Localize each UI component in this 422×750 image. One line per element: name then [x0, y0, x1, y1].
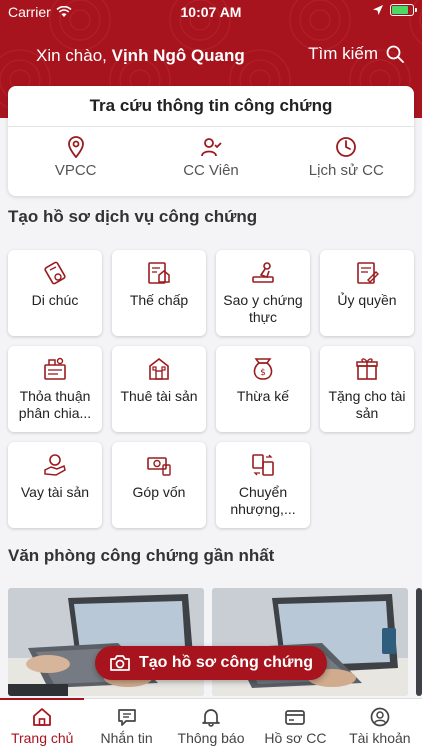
authorization-document-icon — [357, 262, 379, 284]
divider — [8, 126, 414, 127]
tab-records[interactable]: Hồ sơ CC — [253, 699, 337, 750]
stamp-icon — [252, 262, 274, 283]
capital-money-icon — [147, 457, 171, 476]
rental-building-icon — [149, 357, 169, 380]
service-label: Chuyển nhượng,... — [230, 484, 296, 517]
transfer-money-icon — [252, 454, 274, 476]
service-thue-tai-san[interactable]: Thuê tài sản — [112, 346, 206, 432]
service-label: Thỏa thuận phân chia... — [18, 388, 92, 421]
tab-label: Trang chủ — [10, 730, 74, 746]
search-button[interactable]: Tìm kiếm — [308, 44, 404, 64]
create-record-label: Tạo hồ sơ công chứng — [138, 654, 314, 671]
lookup-cc-vien-label: CC Viên — [183, 162, 239, 179]
service-vay-tai-san[interactable]: Vay tài sản — [8, 442, 102, 528]
lookup-cc-vien[interactable]: CC Viên — [143, 136, 278, 179]
bell-icon — [202, 709, 220, 727]
loan-hand-icon — [44, 454, 66, 476]
service-label: Thế chấp — [129, 292, 189, 308]
agreement-icon — [44, 357, 66, 380]
svg-text:$: $ — [260, 368, 266, 378]
location-pin-icon — [67, 136, 84, 158]
tab-account[interactable]: Tài khoản — [338, 699, 422, 750]
lookup-vpcc[interactable]: VPCC — [8, 136, 143, 179]
service-gop-von[interactable]: Góp vốn — [112, 442, 206, 528]
service-label: Thuê tài sản — [120, 388, 198, 404]
card-icon — [285, 710, 306, 725]
mortgage-house-icon — [148, 262, 170, 284]
service-label: Di chúc — [31, 292, 79, 308]
lookup-title: Tra cứu thông tin công chứng — [89, 96, 333, 115]
lookup-card: Tra cứu thông tin công chứng VPCC CC Viê… — [8, 86, 414, 196]
inheritance-bag-icon: $ — [253, 358, 273, 380]
tab-bar: Trang chủ Nhắn tin Thông báo Hồ sơ CC Tà… — [0, 698, 422, 750]
service-label: Sao y chứng thực — [223, 292, 303, 325]
notary-person-icon — [201, 138, 222, 157]
will-scroll-icon — [44, 261, 66, 285]
service-label: Tặng cho tài sản — [328, 388, 406, 421]
service-sao-y[interactable]: Sao y chứng thực — [216, 250, 310, 336]
service-thoa-thuan[interactable]: Thỏa thuận phân chia... — [8, 346, 102, 432]
search-icon — [386, 45, 404, 63]
gift-property-icon — [356, 358, 378, 380]
camera-icon — [110, 655, 130, 671]
tab-notifications[interactable]: Thông báo — [169, 699, 253, 750]
clock: 10:07 AM — [180, 4, 242, 20]
account-icon — [370, 707, 390, 727]
service-thua-ke[interactable]: $ Thừa kế — [216, 346, 310, 432]
service-uy-quyen[interactable]: Ủy quyền — [320, 250, 414, 336]
service-label: Góp vốn — [132, 484, 186, 500]
home-screen: Carrier 10:07 AM Xin chào, Vịnh Ngô Quan… — [0, 0, 422, 750]
tab-label: Tài khoản — [349, 730, 411, 746]
tab-label: Hồ sơ CC — [264, 730, 327, 746]
office-card-image[interactable] — [416, 588, 422, 696]
tab-label: Thông báo — [177, 730, 245, 746]
search-label: Tìm kiếm — [308, 44, 378, 63]
tab-label: Nhắn tin — [100, 730, 153, 746]
lookup-history[interactable]: Lịch sử CC — [279, 136, 414, 179]
service-tang-cho[interactable]: Tặng cho tài sản — [320, 346, 414, 432]
user-name: Vịnh Ngô Quang — [111, 46, 245, 65]
lookup-history-label: Lịch sử CC — [308, 162, 384, 179]
create-record-button[interactable]: Tạo hồ sơ công chứng — [95, 646, 327, 680]
offices-title: Văn phòng công chứng gần nhất — [8, 546, 275, 565]
lookup-vpcc-label: VPCC — [54, 162, 97, 179]
home-icon — [33, 708, 52, 726]
status-bar: Carrier 10:07 AM — [0, 0, 422, 24]
service-the-chap[interactable]: Thế chấp — [112, 250, 206, 336]
battery-icon — [390, 4, 417, 16]
greeting: Xin chào, Vịnh Ngô Quang — [36, 46, 245, 66]
service-chuyen-nhuong[interactable]: Chuyển nhượng,... — [216, 442, 310, 528]
service-label: Vay tài sản — [20, 484, 90, 500]
services-title: Tạo hồ sơ dịch vụ công chứng — [8, 207, 258, 226]
chat-icon — [117, 709, 136, 726]
clock-icon — [336, 137, 357, 157]
tab-messages[interactable]: Nhắn tin — [84, 699, 168, 750]
service-label: Ủy quyền — [337, 292, 397, 308]
service-label: Thừa kế — [236, 388, 290, 404]
greeting-prefix: Xin chào, — [36, 46, 107, 65]
office-photo — [416, 588, 422, 696]
location-arrow-icon — [373, 5, 383, 15]
tab-home[interactable]: Trang chủ — [0, 698, 85, 750]
service-di-chuc[interactable]: Di chúc — [8, 250, 102, 336]
